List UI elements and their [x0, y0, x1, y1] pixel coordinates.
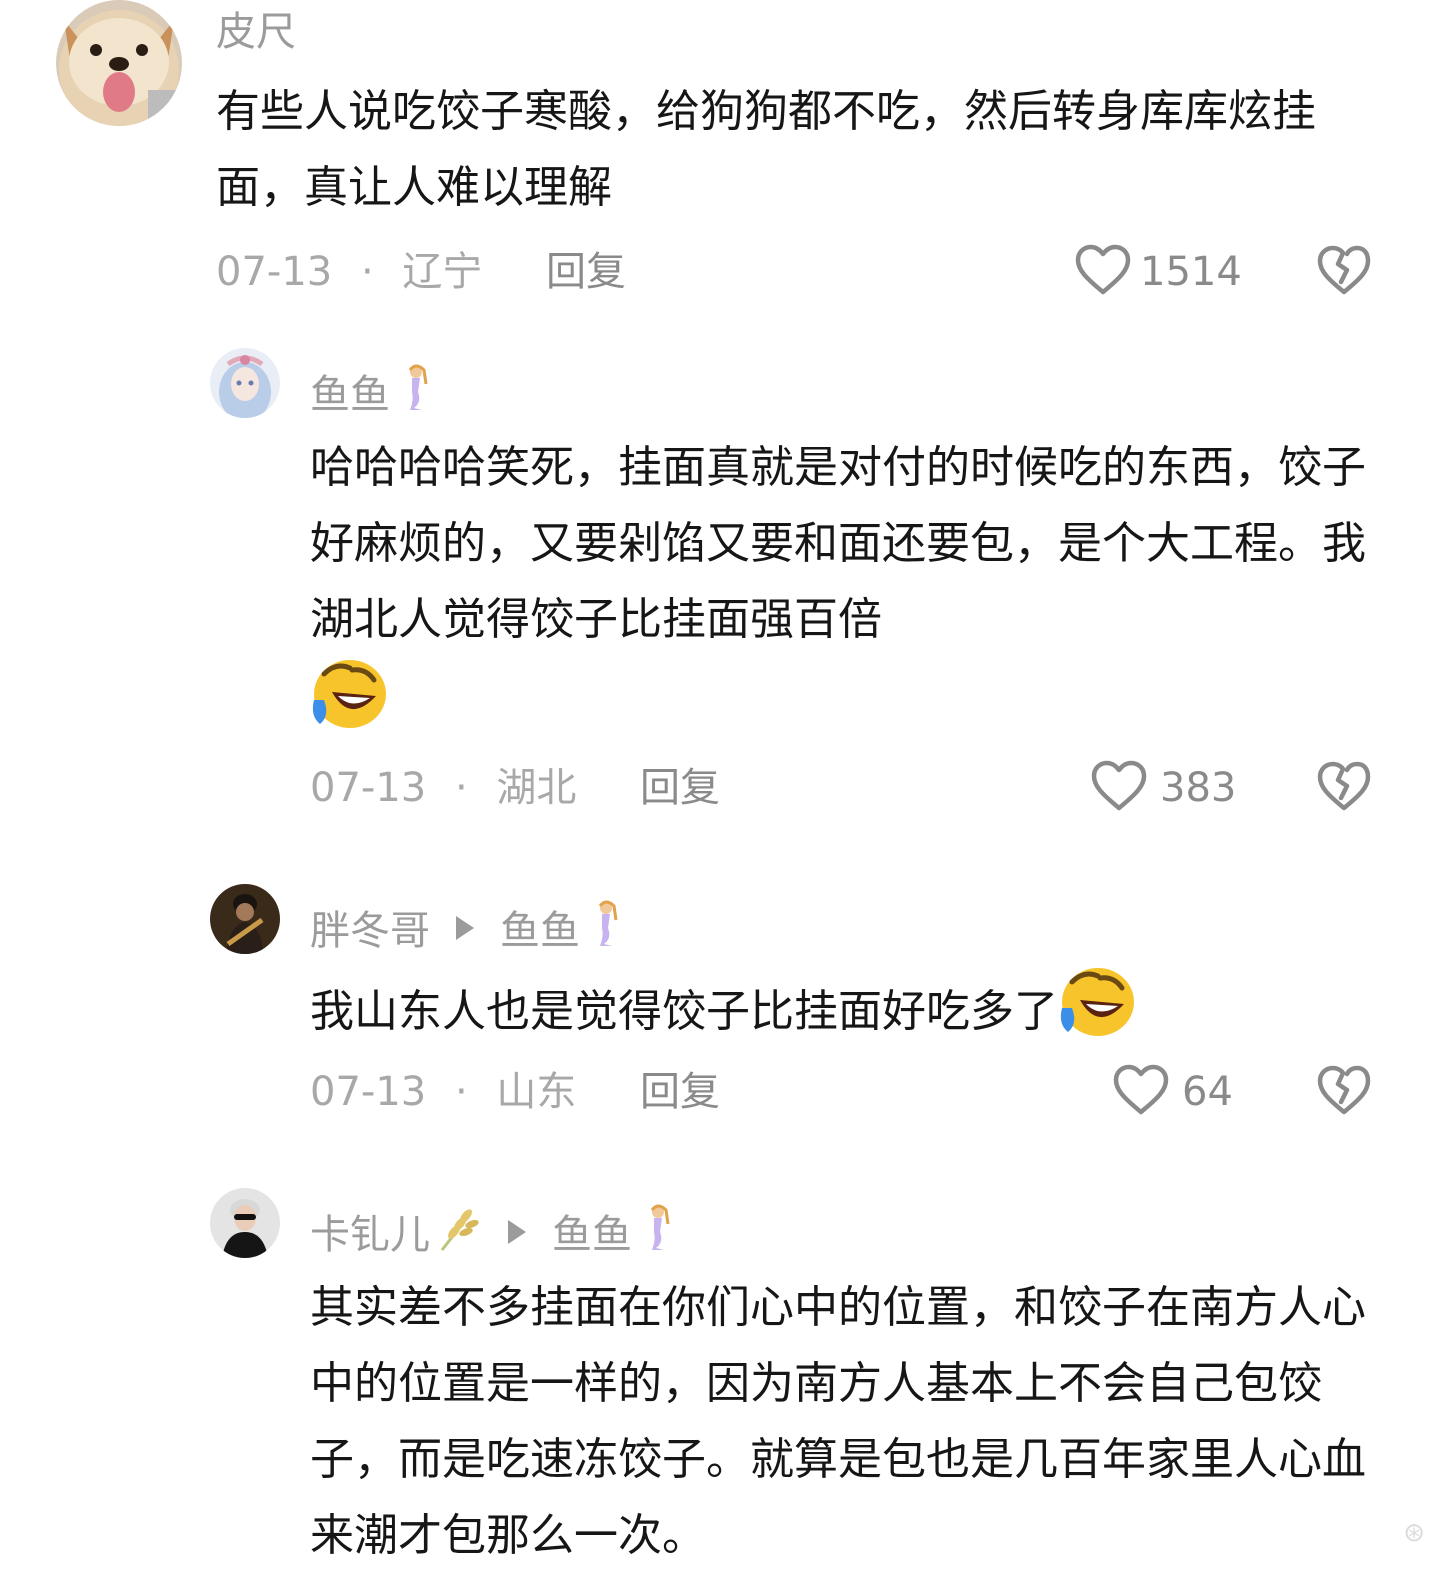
rolling-on-floor-laughing-emoji [1060, 968, 1134, 1036]
username-text: 鱼鱼 [310, 372, 390, 418]
comment-date: 07-13 [310, 765, 427, 811]
meta-separator: · [360, 249, 374, 295]
reply-to-username[interactable]: 鱼鱼 [500, 908, 580, 954]
mermaid-icon [408, 364, 428, 410]
like-count: 383 [1160, 765, 1237, 811]
triangle-right-icon [456, 916, 474, 940]
heart-outline-icon[interactable] [1112, 1064, 1170, 1116]
comment-text-content: 我山东人也是觉得饺子比挂面好吃多了 [310, 986, 1058, 1037]
mermaid-icon [598, 900, 618, 946]
avatar[interactable] [210, 348, 280, 418]
username-text: 胖冬哥 [310, 908, 430, 954]
heart-outline-icon[interactable] [1090, 760, 1148, 812]
comment-text: 其实差不多挂面在你们心中的位置，和饺子在南方人心中的位置是一样的，因为南方人基本… [310, 1282, 1366, 1561]
broken-heart-icon[interactable] [1316, 760, 1372, 812]
meta-separator: · [454, 765, 468, 811]
comment-location: 辽宁 [402, 249, 483, 295]
heart-outline-icon[interactable] [1074, 244, 1132, 296]
anime-girl-avatar-image [210, 348, 280, 418]
comment-meta: 07-13 · 湖北 [310, 768, 576, 808]
reply-button[interactable]: 回复 [640, 1072, 720, 1112]
comment-author[interactable]: 鱼鱼 [310, 364, 436, 415]
comment-location: 湖北 [496, 765, 577, 811]
comment-location: 山东 [496, 1069, 577, 1115]
meta-separator: · [454, 1069, 468, 1115]
wheat-icon [440, 1209, 479, 1251]
like-count: 1514 [1140, 249, 1242, 295]
comment-meta: 07-13 · 山东 [310, 1072, 576, 1112]
reply-button[interactable]: 回复 [546, 252, 626, 292]
rolling-on-floor-laughing-emoji [312, 660, 386, 728]
watermark: ⊛ [1403, 1518, 1425, 1548]
username-text: 卡钆儿 [310, 1212, 430, 1258]
guitarist-avatar-image [210, 884, 280, 954]
comment-text: 哈哈哈哈笑死，挂面真就是对付的时候吃的东西，饺子好麻烦的，又要剁馅又要和面还要包… [310, 430, 1370, 742]
comment-text: 有些人说吃饺子寒酸，给狗狗都不吃，然后转身库库炫挂面，真让人难以理解 [216, 86, 1316, 213]
avatar[interactable] [210, 884, 280, 954]
comment-meta: 07-13 · 辽宁 [216, 252, 482, 292]
reply-button[interactable]: 回复 [640, 768, 720, 808]
like-count: 64 [1182, 1069, 1233, 1115]
shiba-dog-avatar-image [56, 0, 182, 126]
broken-heart-icon[interactable] [1316, 244, 1372, 296]
comment-text: 我山东人也是觉得饺子比挂面好吃多了 [310, 966, 1390, 1050]
comment-date: 07-13 [216, 249, 333, 295]
broken-heart-icon[interactable] [1316, 1064, 1372, 1116]
comment-text-content: 哈哈哈哈笑死，挂面真就是对付的时候吃的东西，饺子好麻烦的，又要剁馅又要和面还要包… [310, 442, 1366, 645]
comment-author[interactable]: 胖冬哥 鱼鱼 [310, 900, 626, 951]
triangle-right-icon [508, 1220, 526, 1244]
reply-to-username[interactable]: 鱼鱼 [552, 1212, 632, 1258]
person-sunglasses-avatar-image [210, 1188, 280, 1258]
comment-author[interactable]: 皮尺 [216, 12, 296, 52]
avatar[interactable] [56, 0, 182, 126]
comment-date: 07-13 [310, 1069, 427, 1115]
mermaid-icon [650, 1204, 670, 1250]
comment-author[interactable]: 卡钆儿 鱼鱼 [310, 1204, 678, 1255]
avatar[interactable] [210, 1188, 280, 1258]
